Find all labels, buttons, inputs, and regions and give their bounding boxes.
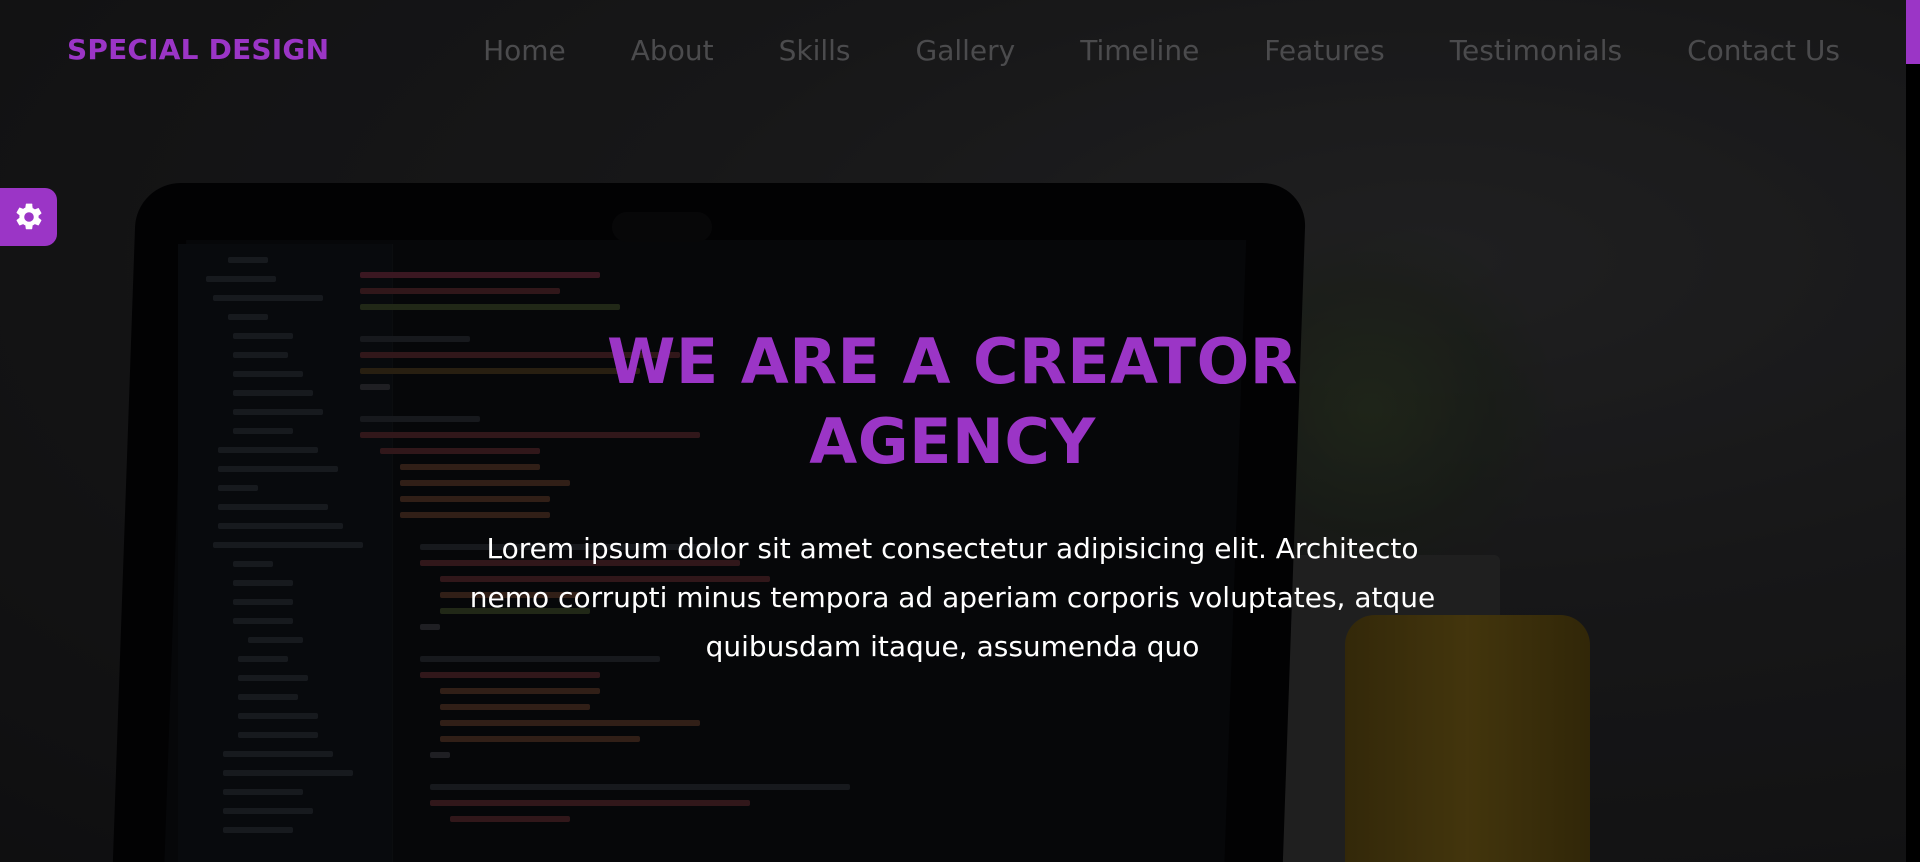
nav-link-about[interactable]: About [631,34,714,67]
site-logo[interactable]: SPECIAL DESIGN [67,33,329,66]
nav-link-features[interactable]: Features [1264,34,1384,67]
nav-link-contact-us[interactable]: Contact Us [1687,34,1840,67]
nav-link-timeline[interactable]: Timeline [1080,34,1199,67]
nav-link-testimonials[interactable]: Testimonials [1450,34,1622,67]
main-nav: Home About Skills Gallery Timeline Featu… [418,34,1840,67]
nav-link-home[interactable]: Home [483,34,566,67]
page-scrollbar[interactable] [1906,0,1920,862]
gear-icon [16,203,41,230]
hero-content: WE ARE A CREATOR AGENCY Lorem ipsum dolo… [460,322,1445,671]
hero-title: WE ARE A CREATOR AGENCY [606,325,1299,478]
nav-link-gallery[interactable]: Gallery [916,34,1016,67]
nav-link-skills[interactable]: Skills [779,34,851,67]
site-header: SPECIAL DESIGN Home About Skills Gallery… [0,0,1906,104]
scrollbar-thumb[interactable] [1906,0,1920,64]
hero-description: Lorem ipsum dolor sit amet consectetur a… [469,532,1436,663]
settings-toggle-button[interactable] [0,188,57,246]
